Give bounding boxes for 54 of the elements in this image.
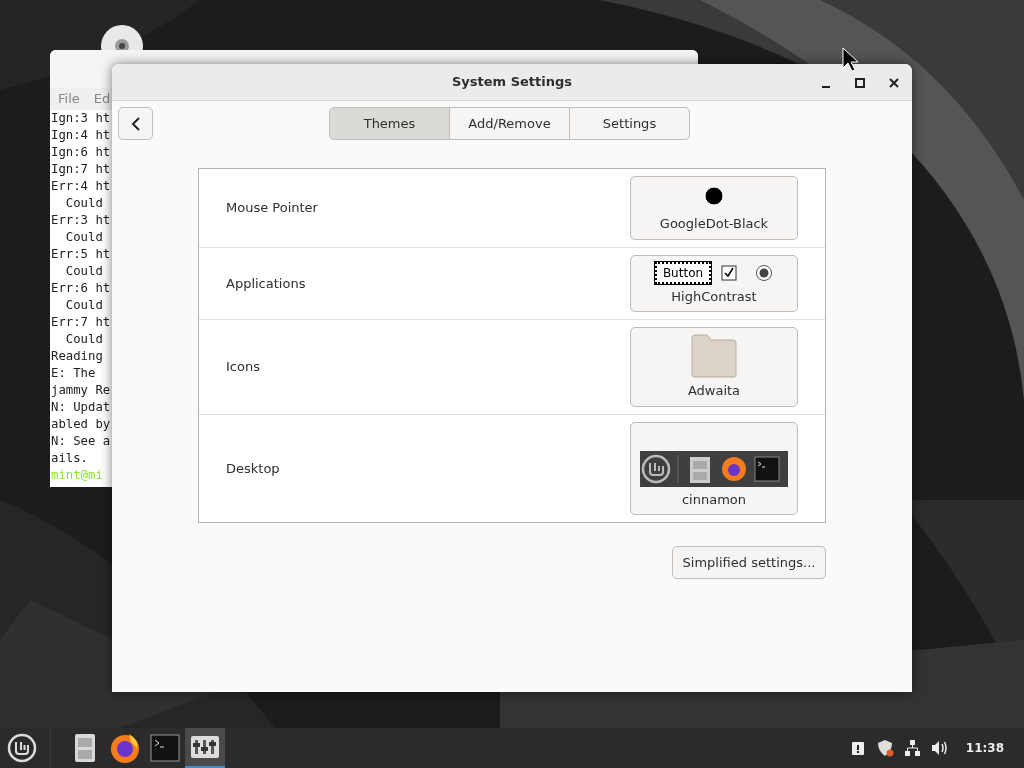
terminal-line: Err:7 ht	[51, 314, 111, 331]
cursor-icon	[842, 47, 860, 73]
terminal-line: N: Updat	[51, 399, 111, 416]
terminal-line: jammy Re	[51, 382, 111, 399]
terminal-line: Ign:4 ht	[51, 127, 111, 144]
sample-button: Button	[654, 261, 712, 284]
terminal-line: E: The	[51, 365, 96, 382]
row-label: Icons	[226, 358, 260, 376]
network-icon[interactable]	[903, 739, 921, 757]
terminal-icon	[149, 732, 181, 764]
terminal-line: Ign:3 ht	[51, 110, 111, 127]
terminal-line: Could	[64, 263, 103, 280]
pointer-icon	[704, 186, 724, 206]
row-label: Mouse Pointer	[226, 199, 318, 217]
terminal-line: Ign:6 ht	[51, 144, 111, 161]
theme-name: Adwaita	[687, 382, 741, 400]
terminal-line: Could	[64, 229, 103, 246]
back-button[interactable]	[118, 107, 153, 140]
terminal-line: ails.	[51, 450, 89, 467]
terminal-line: Could	[64, 195, 103, 212]
tab[interactable]: Add/Remove	[449, 107, 570, 140]
theme-button[interactable]: Adwaita	[630, 327, 798, 407]
terminal-line: Ign:7 ht	[51, 161, 111, 178]
theme-button[interactable]: cinnamon	[630, 421, 798, 515]
tab[interactable]: Themes	[329, 107, 450, 140]
shield-icon[interactable]	[876, 739, 894, 757]
terminal-line: Err:6 ht	[51, 280, 111, 297]
row-label: Applications	[226, 274, 306, 293]
terminal-line: Reading	[51, 348, 103, 365]
row-label: Desktop	[226, 459, 280, 478]
terminal-line: N: See a	[51, 433, 111, 450]
folder-icon	[691, 334, 737, 378]
back-icon	[129, 115, 142, 132]
taskbar-button[interactable]	[185, 728, 225, 768]
theme-name: GoogleDot-Black	[659, 215, 769, 233]
volume-icon[interactable]	[930, 739, 948, 757]
terminal-prompt: mint@mi	[51, 467, 103, 484]
terminal-line: abled by	[51, 416, 111, 433]
simplified-settings-button[interactable]: Simplified settings...	[672, 546, 826, 579]
clock[interactable]: 11:38	[965, 739, 1004, 757]
menu-icon[interactable]	[7, 733, 37, 763]
clipboard-icon[interactable]	[849, 739, 867, 757]
terminal-line: Err:3 ht	[51, 212, 111, 229]
browser-icon	[109, 732, 141, 764]
terminal-line: Could	[64, 297, 103, 314]
terminal-line: Err:4 ht	[51, 178, 111, 195]
tab[interactable]: Settings	[569, 107, 690, 140]
theme-button[interactable]: Button HighContrast	[630, 254, 798, 312]
window-title: System Settings	[451, 73, 572, 92]
terminal-line: Err:5 ht	[51, 246, 111, 263]
theme-name: cinnamon	[681, 490, 747, 509]
theme-button[interactable]: GoogleDot-Black	[630, 176, 798, 240]
theme-name: HighContrast	[671, 287, 757, 306]
terminal-line: Could	[64, 331, 103, 348]
